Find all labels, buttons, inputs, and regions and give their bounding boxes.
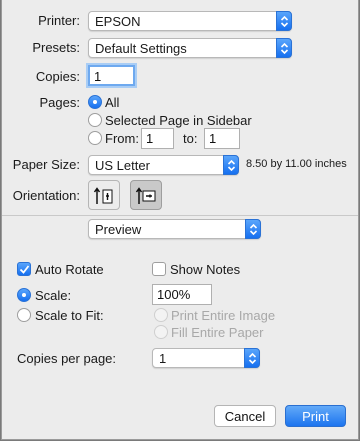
orientation-label: Orientation: <box>12 188 80 203</box>
print-entire-image-label: Print Entire Image <box>171 308 276 323</box>
cancel-button[interactable]: Cancel <box>214 405 276 427</box>
portrait-orientation-icon <box>93 187 113 204</box>
scale-label: Scale: <box>35 288 72 303</box>
fill-entire-paper-radio[interactable] <box>154 325 168 339</box>
landscape-orientation-icon <box>135 187 156 204</box>
updown-chevron-icon <box>223 155 239 175</box>
pages-from-field[interactable]: 1 <box>141 128 174 149</box>
show-notes-checkbox[interactable] <box>152 262 166 276</box>
print-button[interactable]: Print <box>285 405 346 427</box>
presets-value: Default Settings <box>95 41 187 56</box>
pages-from-radio[interactable] <box>88 131 102 145</box>
pages-all-radio[interactable] <box>88 95 102 109</box>
section-popup[interactable]: Preview <box>88 219 261 239</box>
updown-chevron-icon <box>276 38 292 58</box>
pages-to-label: to: <box>183 131 198 146</box>
copies-field[interactable]: 1 <box>88 65 135 86</box>
copies-per-page-popup[interactable]: 1 <box>152 348 260 368</box>
portrait-orientation-button[interactable] <box>88 180 120 210</box>
print-dialog: Printer: EPSON Presets: Default Settings… <box>1 0 359 440</box>
scale-radio[interactable] <box>17 288 31 302</box>
show-notes-label: Show Notes <box>170 262 241 277</box>
auto-rotate-label: Auto Rotate <box>35 262 104 277</box>
paper-size-value: US Letter <box>95 158 150 173</box>
scale-to-fit-label: Scale to Fit: <box>35 308 104 323</box>
printer-value: EPSON <box>95 14 141 29</box>
presets-popup[interactable]: Default Settings <box>88 38 292 58</box>
pages-from-label: From: <box>105 131 139 146</box>
scale-field[interactable]: 100% <box>152 284 212 305</box>
section-popup-value: Preview <box>95 222 142 237</box>
paper-dimensions: 8.50 by 11.00 inches <box>246 158 347 170</box>
presets-label: Presets: <box>32 40 80 55</box>
fill-entire-paper-label: Fill Entire Paper <box>171 325 264 340</box>
pages-selected-label: Selected Page in Sidebar <box>105 113 252 128</box>
paper-size-popup[interactable]: US Letter <box>88 155 239 175</box>
pages-all-label: All <box>105 95 120 110</box>
copies-per-page-value: 1 <box>159 351 167 366</box>
scale-to-fit-radio[interactable] <box>17 308 31 322</box>
pages-selected-radio[interactable] <box>88 113 102 127</box>
auto-rotate-checkbox[interactable] <box>17 262 31 276</box>
copies-label: Copies: <box>35 69 80 84</box>
updown-chevron-icon <box>245 219 261 239</box>
copies-per-page-label: Copies per page: <box>17 351 117 366</box>
checkmark-icon <box>19 265 30 274</box>
landscape-orientation-button[interactable] <box>130 180 162 210</box>
updown-chevron-icon <box>244 348 260 368</box>
printer-popup[interactable]: EPSON <box>88 11 292 31</box>
updown-chevron-icon <box>276 11 292 31</box>
print-entire-image-radio[interactable] <box>154 308 168 322</box>
pages-to-field[interactable]: 1 <box>204 128 240 149</box>
section-divider <box>2 215 358 216</box>
pages-label: Pages: <box>39 95 80 110</box>
printer-label: Printer: <box>38 13 80 28</box>
paper-size-label: Paper Size: <box>12 157 80 172</box>
